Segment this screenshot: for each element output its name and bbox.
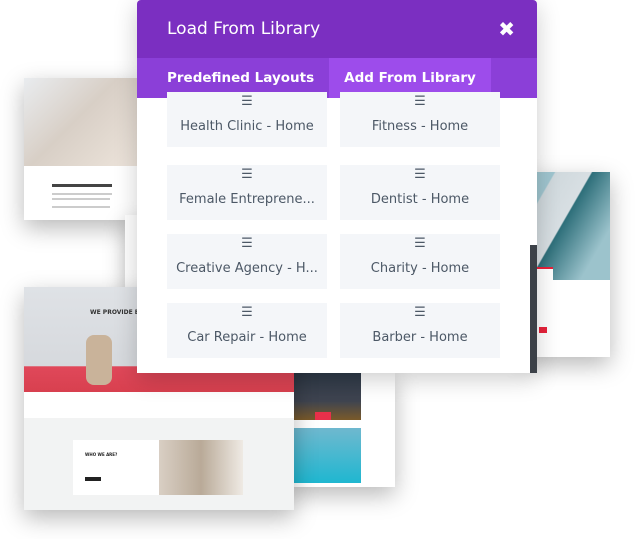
building-photo: [525, 172, 610, 280]
scrollbar[interactable]: [530, 245, 537, 373]
modal-header: Load From Library ✖: [137, 0, 537, 58]
preview-card-sea: [285, 370, 395, 487]
who-heading: WHO WE ARE?: [85, 452, 118, 457]
hamburger-icon: ☰: [414, 305, 426, 320]
load-from-library-modal: Load From Library ✖ Predefined Layouts A…: [137, 0, 537, 373]
hamburger-icon: ☰: [241, 236, 253, 251]
hamburger-icon: ☰: [241, 94, 253, 109]
modal-title: Load From Library: [167, 19, 321, 39]
layout-item[interactable]: ☰ Dentist - Home: [340, 165, 500, 220]
layout-item[interactable]: ☰ Health Clinic - Home: [167, 92, 327, 147]
hamburger-icon: ☰: [414, 236, 426, 251]
layout-item[interactable]: ☰ Car Repair - Home: [167, 303, 327, 358]
layout-item[interactable]: ☰ Female Entreprene...: [167, 165, 327, 220]
preview-card-family: [24, 78, 144, 220]
layout-item[interactable]: ☰ Creative Agency - H...: [167, 234, 327, 289]
car-heading: WE PROVIDE B: [90, 309, 140, 316]
family-photo: [24, 78, 144, 166]
close-icon[interactable]: ✖: [498, 17, 515, 41]
layout-item[interactable]: ☰ Charity - Home: [340, 234, 500, 289]
hamburger-icon: ☰: [241, 305, 253, 320]
hamburger-icon: ☰: [414, 167, 426, 182]
vintage-car-photo: [159, 440, 243, 495]
preview-card-building: [525, 172, 610, 357]
hamburger-icon: ☰: [414, 94, 426, 109]
layout-item[interactable]: ☰ Fitness - Home: [340, 92, 500, 147]
hamburger-icon: ☰: [241, 167, 253, 182]
sea-photo: [293, 428, 361, 483]
layout-item[interactable]: ☰ Barber - Home: [340, 303, 500, 358]
